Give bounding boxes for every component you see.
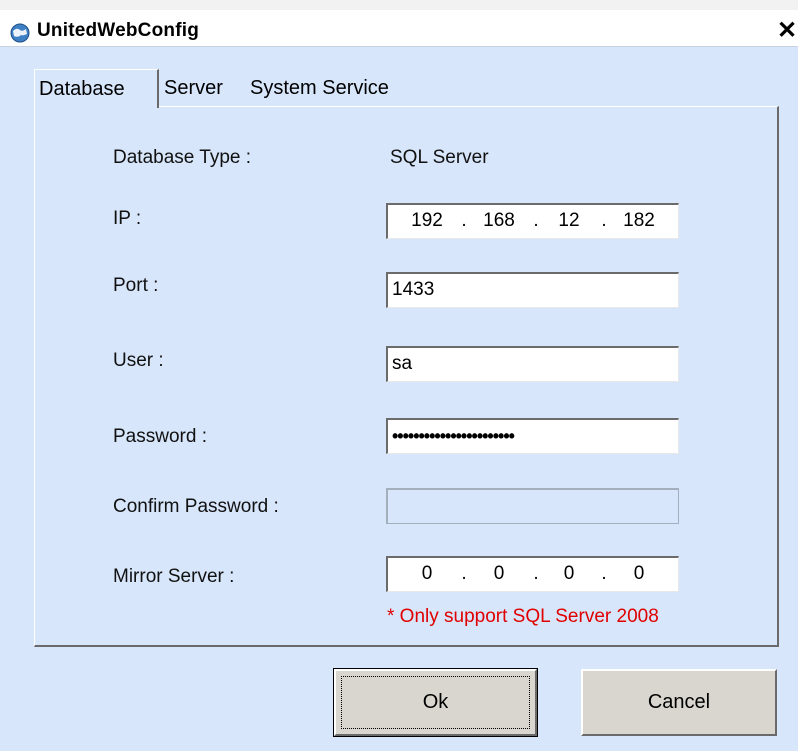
ip-label: IP : [113,208,142,229]
mirror-server-label: Mirror Server : [113,566,235,587]
cancel-button[interactable]: Cancel [581,669,777,736]
title-bar-band [0,0,798,10]
mirror-dot: . [601,563,607,584]
globe-icon [10,23,30,43]
port-field[interactable]: 1433 [386,272,679,308]
mirror-octet[interactable]: 0 [474,558,524,590]
focus-rectangle [341,676,530,729]
ok-button[interactable]: Ok [333,668,538,737]
mirror-server-field[interactable]: 0 . 0 . 0 . 0 [386,556,679,592]
mirror-server-octets: 0 . 0 . 0 . 0 [388,558,678,591]
confirm-password-label: Confirm Password : [113,496,279,517]
database-type-label: Database Type : [113,147,252,168]
tab-system-service[interactable]: System Service [246,69,393,107]
mirror-octet[interactable]: 0 [544,558,594,590]
port-label: Port : [113,275,159,296]
ip-dot: . [533,210,539,231]
confirm-password-field[interactable] [386,488,679,524]
database-type-value: SQL Server [390,147,489,168]
ip-dot: . [601,210,607,231]
tab-server[interactable]: Server [160,69,227,107]
cancel-button-label: Cancel [647,691,711,713]
mirror-dot: . [461,563,467,584]
user-label: User : [113,350,164,371]
ip-octet[interactable]: 168 [474,205,524,237]
password-field[interactable]: ••••••••••••••••••••••• [386,418,679,454]
user-field[interactable]: sa [386,346,679,382]
ip-field[interactable]: 192 . 168 . 12 . 182 [386,203,679,239]
ip-octet[interactable]: 12 [544,205,594,237]
mirror-dot: . [533,563,539,584]
close-icon[interactable]: ✕ [777,17,798,45]
password-label: Password : [113,426,207,447]
ip-octets: 192 . 168 . 12 . 182 [388,205,678,238]
mirror-octet[interactable]: 0 [402,558,452,590]
title-bar: UnitedWebConfig ✕ [0,0,798,47]
mirror-octet[interactable]: 0 [614,558,664,590]
ip-dot: . [461,210,467,231]
sql-server-support-note: * Only support SQL Server 2008 [387,606,659,627]
tab-database[interactable]: Database [34,69,159,108]
ip-octet[interactable]: 182 [614,205,664,237]
ip-octet[interactable]: 192 [402,205,452,237]
window-title: UnitedWebConfig [37,20,200,41]
